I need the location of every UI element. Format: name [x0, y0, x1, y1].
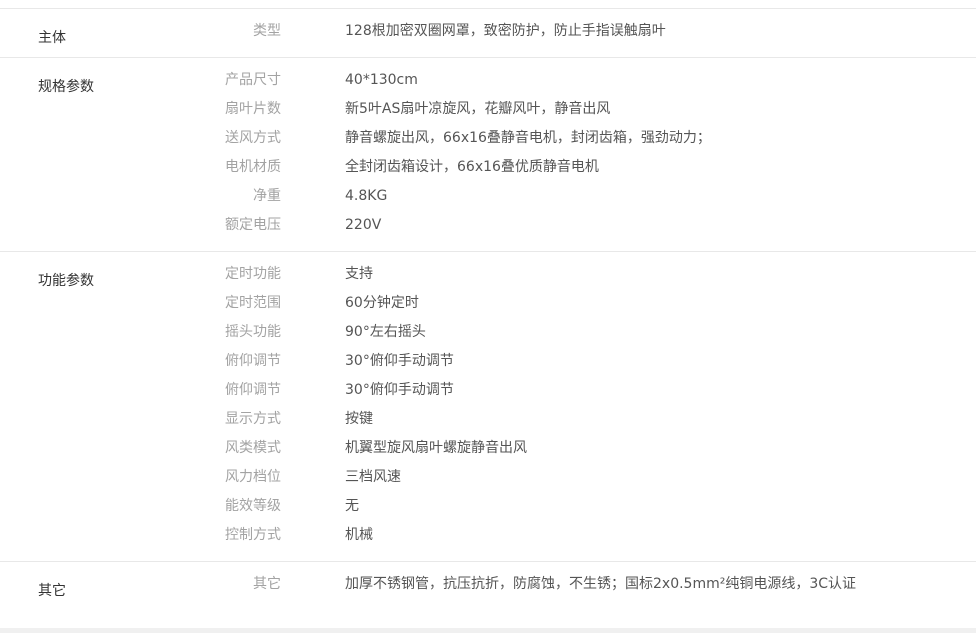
- spec-value: 全封闭齿箱设计，66x16叠优质静音电机: [345, 153, 976, 182]
- spec-label: 净重: [0, 182, 281, 211]
- spec-label: 显示方式: [0, 405, 281, 434]
- spec-row: 送风方式 静音螺旋出风，66x16叠静音电机，封闭齿箱，强劲动力；: [0, 124, 976, 153]
- spec-label: 能效等级: [0, 492, 281, 521]
- spec-row: 其它 加厚不锈钢管，抗压抗折，防腐蚀，不生锈；国标2x0.5mm²纯铜电源线，3…: [0, 570, 976, 599]
- spec-label: 俯仰调节: [0, 376, 281, 405]
- spec-row: 电机材质 全封闭齿箱设计，66x16叠优质静音电机: [0, 153, 976, 182]
- section-title: 规格参数: [38, 73, 94, 102]
- spec-row: 能效等级 无: [0, 492, 976, 521]
- spec-value: 128根加密双圈网罩，致密防护，防止手指误触扇叶: [345, 17, 976, 46]
- spec-value: 无: [345, 492, 976, 521]
- spec-label: 送风方式: [0, 124, 281, 153]
- spec-value: 60分钟定时: [345, 289, 976, 318]
- section-title: 功能参数: [38, 267, 94, 296]
- spec-row: 控制方式 机械: [0, 521, 976, 550]
- spec-row: 产品尺寸 40*130cm: [0, 66, 976, 95]
- spec-row: 俯仰调节 30°俯仰手动调节: [0, 347, 976, 376]
- spec-label: 风类模式: [0, 434, 281, 463]
- spec-row: 定时范围 60分钟定时: [0, 289, 976, 318]
- spec-section-functions: 功能参数 定时功能 支持 定时范围 60分钟定时 摇头功能 90°左右摇头 俯仰…: [0, 251, 976, 561]
- spec-label: 摇头功能: [0, 318, 281, 347]
- spec-value: 机械: [345, 521, 976, 550]
- spec-section-specs: 规格参数 产品尺寸 40*130cm 扇叶片数 新5叶AS扇叶凉旋风，花瓣风叶，…: [0, 57, 976, 251]
- section-rows: 类型 128根加密双圈网罩，致密防护，防止手指误触扇叶: [0, 17, 976, 46]
- spec-row: 风力档位 三档风速: [0, 463, 976, 492]
- spec-value: 机翼型旋风扇叶螺旋静音出风: [345, 434, 976, 463]
- section-title: 主体: [38, 24, 66, 53]
- spec-row: 摇头功能 90°左右摇头: [0, 318, 976, 347]
- spec-value: 三档风速: [345, 463, 976, 492]
- footer-divider-bar: [0, 628, 976, 633]
- spec-label: 电机材质: [0, 153, 281, 182]
- spec-value: 220V: [345, 211, 976, 240]
- section-rows: 其它 加厚不锈钢管，抗压抗折，防腐蚀，不生锈；国标2x0.5mm²纯铜电源线，3…: [0, 570, 976, 599]
- spec-row: 额定电压 220V: [0, 211, 976, 240]
- section-rows: 产品尺寸 40*130cm 扇叶片数 新5叶AS扇叶凉旋风，花瓣风叶，静音出风 …: [0, 66, 976, 240]
- spec-row: 类型 128根加密双圈网罩，致密防护，防止手指误触扇叶: [0, 17, 976, 46]
- spec-label: 俯仰调节: [0, 347, 281, 376]
- spec-value: 加厚不锈钢管，抗压抗折，防腐蚀，不生锈；国标2x0.5mm²纯铜电源线，3C认证: [345, 570, 976, 599]
- spec-section-other: 其它 其它 加厚不锈钢管，抗压抗折，防腐蚀，不生锈；国标2x0.5mm²纯铜电源…: [0, 561, 976, 610]
- spec-value: 30°俯仰手动调节: [345, 347, 976, 376]
- section-rows: 定时功能 支持 定时范围 60分钟定时 摇头功能 90°左右摇头 俯仰调节 30…: [0, 260, 976, 550]
- spec-section-main: 主体 类型 128根加密双圈网罩，致密防护，防止手指误触扇叶: [0, 8, 976, 57]
- section-title: 其它: [38, 577, 66, 606]
- spec-row: 定时功能 支持: [0, 260, 976, 289]
- spec-row: 俯仰调节 30°俯仰手动调节: [0, 376, 976, 405]
- spec-value: 30°俯仰手动调节: [345, 376, 976, 405]
- spec-row: 净重 4.8KG: [0, 182, 976, 211]
- spec-value: 支持: [345, 260, 976, 289]
- spec-value: 静音螺旋出风，66x16叠静音电机，封闭齿箱，强劲动力；: [345, 124, 976, 153]
- product-spec-table: 主体 类型 128根加密双圈网罩，致密防护，防止手指误触扇叶 规格参数 产品尺寸…: [0, 8, 976, 610]
- spec-value: 按键: [345, 405, 976, 434]
- spec-row: 显示方式 按键: [0, 405, 976, 434]
- spec-label: 额定电压: [0, 211, 281, 240]
- spec-value: 90°左右摇头: [345, 318, 976, 347]
- spec-label: 风力档位: [0, 463, 281, 492]
- spec-row: 风类模式 机翼型旋风扇叶螺旋静音出风: [0, 434, 976, 463]
- spec-row: 扇叶片数 新5叶AS扇叶凉旋风，花瓣风叶，静音出风: [0, 95, 976, 124]
- spec-value: 40*130cm: [345, 66, 976, 95]
- spec-value: 新5叶AS扇叶凉旋风，花瓣风叶，静音出风: [345, 95, 976, 124]
- spec-label: 控制方式: [0, 521, 281, 550]
- spec-value: 4.8KG: [345, 182, 976, 211]
